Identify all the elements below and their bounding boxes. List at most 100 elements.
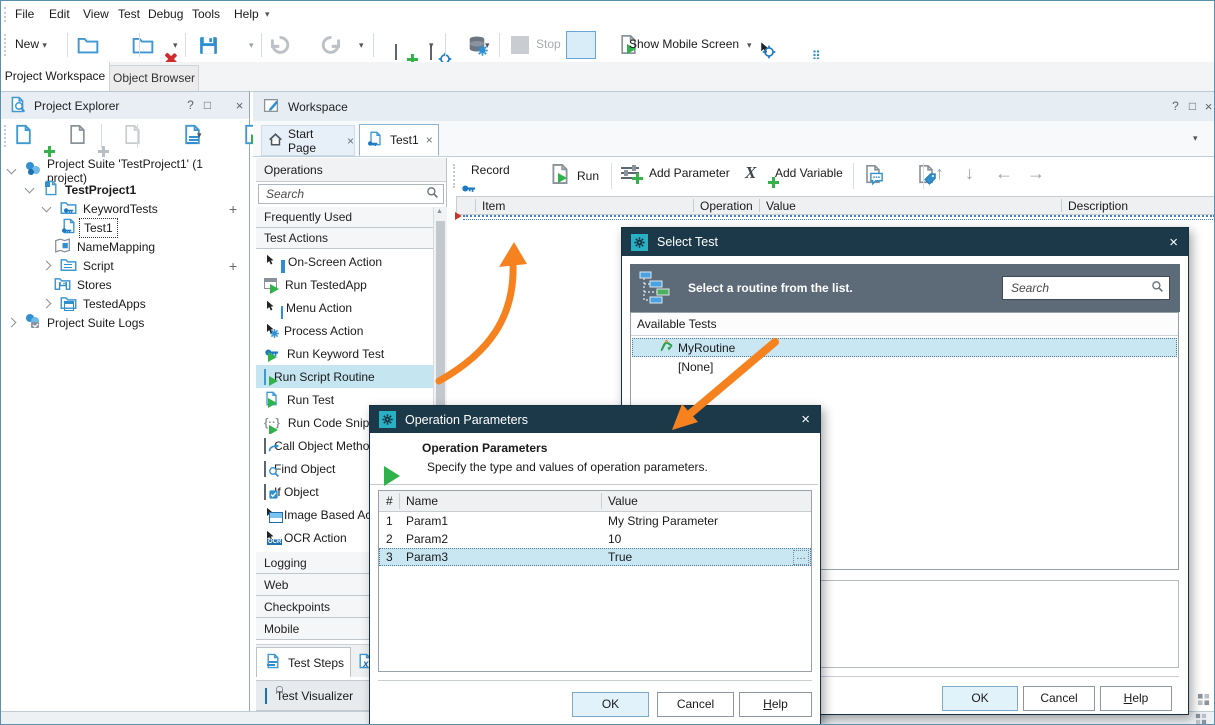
tab-test1[interactable]: Test1 × [359,124,439,156]
menu-test[interactable]: Test [118,7,140,21]
editor-toolbar-grip[interactable] [453,164,458,188]
ws-help-button[interactable]: ? [1168,99,1183,113]
chevron-right-icon[interactable] [7,318,17,328]
pause-on-spy-toggle[interactable] [566,31,596,59]
pe-maximize-button[interactable]: □ [200,98,215,112]
op-item-process-action[interactable]: Process Action [256,319,433,342]
menu-file[interactable]: File [15,7,34,21]
list-item-none[interactable]: [None] [632,357,1177,376]
dialog-close-icon[interactable]: × [1169,234,1178,251]
list-item-myroutine[interactable]: MyRoutine [632,338,1177,357]
ellipsis-button[interactable]: … [793,550,809,565]
op-item-run-keyword-test[interactable]: Run Keyword Test [256,342,433,365]
tree-row-project-suite[interactable]: Project Suite 'TestProject1' (1 project) [1,161,245,180]
mobile-caret-icon[interactable]: ▾ [747,40,752,51]
operations-search-box[interactable] [258,184,444,204]
dialog-close-icon[interactable]: × [801,411,810,428]
table-row-param1[interactable]: 1 Param1 My String Parameter [379,512,811,530]
select-test-cancel-button[interactable]: Cancel [1023,686,1095,711]
operations-section-frequently-used[interactable]: Frequently Used [256,207,433,228]
run-caret-icon[interactable]: ▾ [485,40,490,51]
tree-row-namemapping[interactable]: NameMapping [1,237,245,256]
select-test-ok-button[interactable]: OK [942,686,1018,711]
pe-toolbar-grip[interactable] [4,125,9,147]
record-button[interactable]: Record [463,163,510,177]
panel-dock-icon[interactable] [1197,693,1210,709]
tab-list-caret-icon[interactable]: ▾ [1193,133,1198,144]
save-button[interactable] [198,35,219,59]
op-params-cancel-button[interactable]: Cancel [657,692,734,717]
tab-start-page[interactable]: Start Page × [261,125,355,156]
chevron-right-icon[interactable] [42,261,52,271]
op-item-on-screen-action[interactable]: On-Screen Action [256,250,433,273]
tree-row-script[interactable]: Script + [1,256,245,275]
add-keyword-test-button[interactable]: + [229,201,237,217]
select-test-help-button[interactable]: Help [1100,686,1172,711]
column-item[interactable]: Item [482,199,505,213]
table-row-param2[interactable]: 2 Param2 10 [379,530,811,548]
tree-row-test1[interactable]: Test1 [1,218,245,237]
comment-button[interactable] [863,164,883,187]
tab-close-icon[interactable]: × [347,134,354,148]
op-item-run-testedapp[interactable]: Run TestedApp [256,273,433,296]
menu-edit[interactable]: Edit [49,7,70,21]
chevron-down-icon[interactable] [42,202,52,212]
toolbar-grip[interactable] [4,34,9,56]
operations-section-test-actions[interactable]: Test Actions [256,228,433,249]
menu-view[interactable]: View [83,7,109,21]
show-mobile-screen-button[interactable]: Show Mobile Screen [629,37,739,51]
ws-close-button[interactable]: × [1201,99,1215,114]
add-parameter-button[interactable]: Add Parameter [621,165,730,181]
tree-row-testproject1[interactable]: TestProject1 [1,180,245,199]
add-variable-button[interactable]: X Add Variable [745,163,843,183]
op-item-menu-action[interactable]: Menu Action [256,296,433,319]
table-row-param3[interactable]: 3 Param3 True … [379,548,811,566]
chevron-down-icon[interactable] [25,183,35,193]
search-icon [1151,280,1164,296]
menu-overflow-caret[interactable]: ▾ [265,9,270,20]
op-params-ok-button[interactable]: OK [572,692,649,717]
tab-test-steps[interactable]: Test Steps [256,647,351,677]
layout-grip-icon[interactable] [1195,713,1207,725]
select-test-search-input[interactable] [1009,280,1151,296]
column-operation[interactable]: Operation [700,199,753,213]
chevron-right-icon[interactable] [42,299,52,309]
scroll-up-icon[interactable]: ▲ [436,208,443,215]
chevron-down-icon[interactable] [7,164,17,174]
operations-search-input[interactable] [264,186,426,202]
close-project-button[interactable] [132,34,154,59]
add-script-button[interactable]: + [229,258,237,274]
menu-debug[interactable]: Debug [148,7,183,21]
menu-help[interactable]: Help [234,7,259,21]
tab-close-icon[interactable]: × [426,133,433,147]
ws-maximize-button[interactable]: □ [1185,99,1200,113]
on-screen-action-icon [264,253,280,270]
operation-parameters-dialog: Operation Parameters × Operation Paramet… [369,405,821,725]
tree-row-project-suite-logs[interactable]: Project Suite Logs [1,313,245,332]
add-item-button[interactable] [395,45,397,59]
data-caret-icon[interactable]: ▾ [359,40,364,51]
select-test-search-box[interactable] [1002,276,1170,300]
tab-project-workspace[interactable]: Project Workspace [1,62,110,91]
run-button[interactable]: Run [549,163,599,188]
tree-row-stores[interactable]: Stores [1,275,245,294]
op-params-help-button[interactable]: Help [739,692,812,717]
menubar-grip[interactable] [4,7,9,22]
tree-row-testedapps[interactable]: TestedApps [1,294,245,313]
column-description[interactable]: Description [1068,199,1128,213]
tab-object-browser[interactable]: Object Browser [109,65,199,91]
pe-help-button[interactable]: ? [183,98,198,112]
run-caret-icon[interactable]: ▾ [197,130,202,141]
save-caret-icon[interactable]: ▾ [173,40,178,51]
add-new-item-button[interactable] [13,124,34,148]
tree-row-keywordtests[interactable]: KeywordTests + [1,199,245,218]
op-item-run-script-routine[interactable]: Run Script Routine [256,365,433,388]
pe-close-button[interactable]: × [232,98,247,113]
label-tag-button[interactable] [916,164,936,187]
open-project-button[interactable] [77,34,99,59]
new-button[interactable]: New ▾ [15,37,47,51]
redo-button [321,34,343,59]
record-caret-icon[interactable]: ▾ [429,40,434,51]
menu-tools[interactable]: Tools [192,7,220,21]
column-value[interactable]: Value [766,199,796,213]
